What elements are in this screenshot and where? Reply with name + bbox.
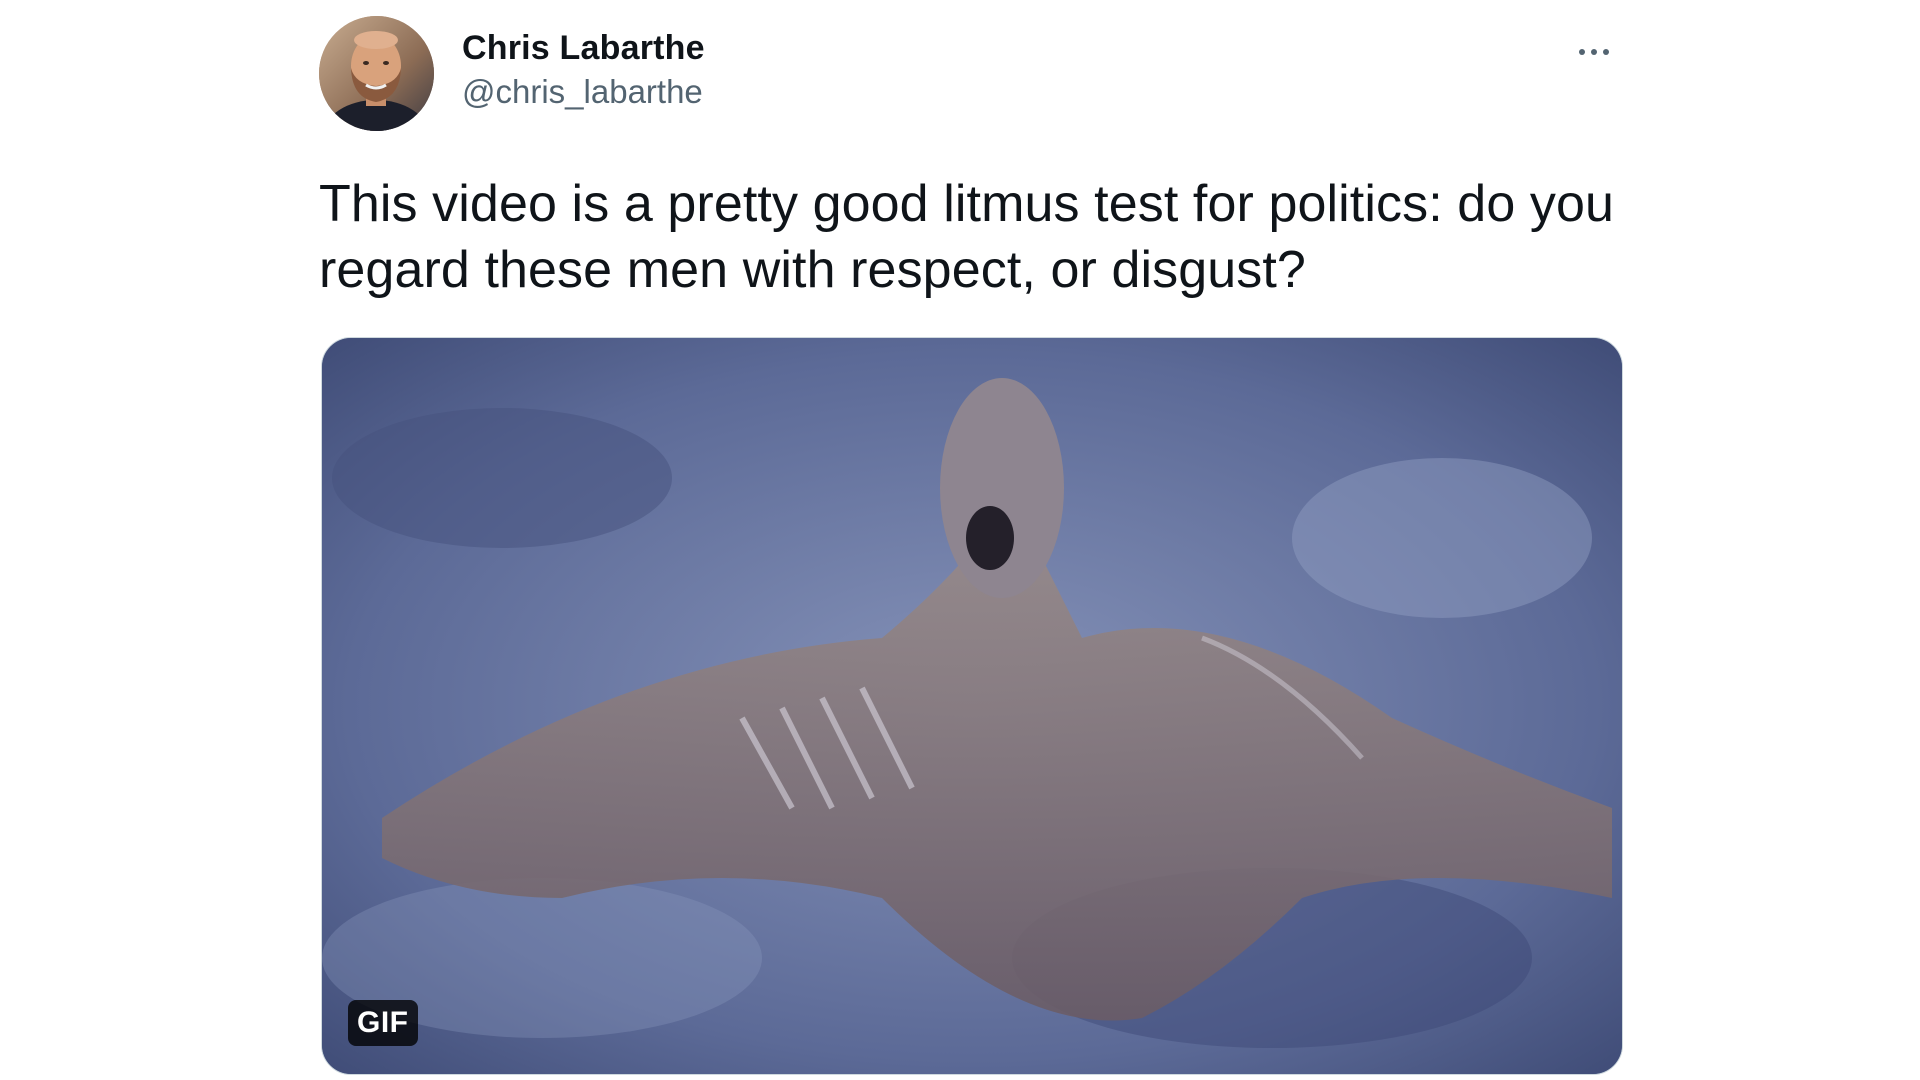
media-gif[interactable]: GIF — [321, 337, 1623, 1075]
gif-badge: GIF — [348, 1000, 418, 1046]
tweet-card: Chris Labarthe @chris_labarthe This vide… — [319, 16, 1623, 1076]
more-horizontal-icon[interactable] — [1567, 34, 1621, 70]
user-handle[interactable]: @chris_labarthe — [462, 70, 705, 114]
gif-preview-image — [322, 338, 1622, 1074]
display-name[interactable]: Chris Labarthe — [462, 26, 705, 70]
author-names: Chris Labarthe @chris_labarthe — [462, 26, 705, 114]
avatar-image — [319, 16, 434, 131]
avatar[interactable] — [319, 16, 434, 131]
tweet-text: This video is a pretty good litmus test … — [319, 175, 1615, 299]
